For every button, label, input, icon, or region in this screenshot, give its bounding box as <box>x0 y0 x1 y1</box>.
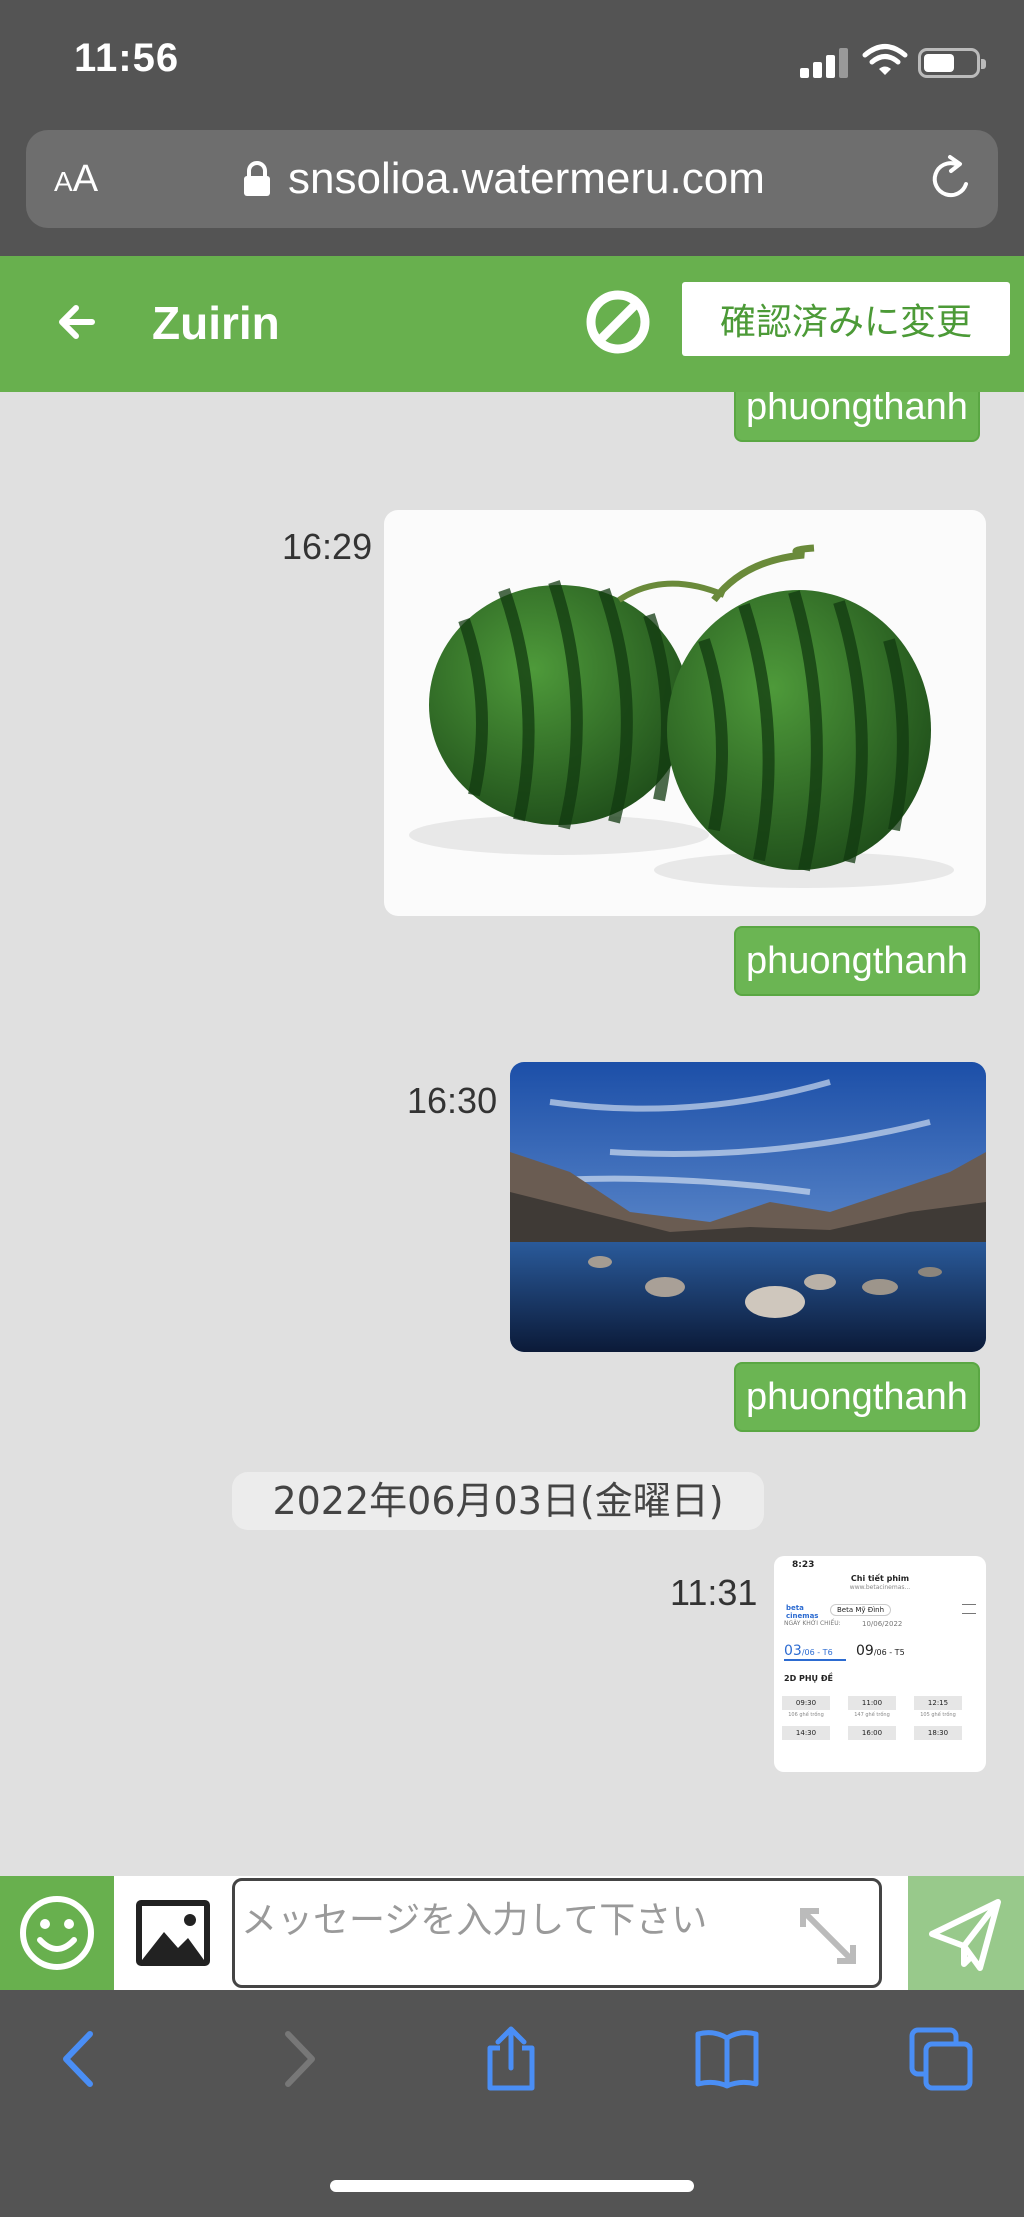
paper-plane-icon <box>929 1899 1001 1971</box>
chat-title: Zuirin <box>152 297 280 349</box>
message-time: 16:30 <box>407 1080 498 1121</box>
thumb-seats: 147 ghế trống <box>854 1712 890 1718</box>
thumb-showtime: 18:30 <box>914 1726 962 1740</box>
attach-image-button[interactable] <box>114 1876 232 1990</box>
watermelon-image[interactable] <box>384 510 986 916</box>
thumb-date-tab-1: 03/06 - T6 <box>784 1640 846 1661</box>
screen: 11:56 AA snsolioa.watermeru.com Zuirin 確… <box>0 0 1024 2217</box>
status-time: 11:56 <box>74 36 180 80</box>
thumb-seats: 105 ghế trống <box>920 1712 956 1718</box>
battery-icon <box>918 48 986 78</box>
lock-icon <box>244 161 270 196</box>
thumb-showtime: 16:00 <box>848 1726 896 1740</box>
text-size-button[interactable]: AA <box>54 158 98 201</box>
image-icon <box>136 1900 210 1966</box>
thumb-brand: beta cinemas <box>786 1604 819 1620</box>
message-composer <box>0 1876 1024 1990</box>
message-time: 11:31 <box>670 1572 758 1613</box>
thumb-date-tab-2: 09/06 - T5 <box>856 1643 905 1659</box>
thumb-time: 8:23 <box>792 1560 815 1570</box>
expand-icon[interactable] <box>795 1903 861 1969</box>
tabs-icon[interactable] <box>906 2024 976 2094</box>
thumb-location: Beta Mỹ Đình <box>830 1604 892 1616</box>
address-bar[interactable]: AA snsolioa.watermeru.com <box>26 130 998 228</box>
thumb-showtime: 12:15 <box>914 1696 962 1710</box>
lake-image[interactable] <box>510 1062 986 1352</box>
thumb-showtime: 11:00 <box>848 1696 896 1710</box>
thumb-showtime: 14:30 <box>782 1726 830 1740</box>
sender-name-tag: phuongthanh <box>734 1362 980 1432</box>
message-time: 16:29 <box>282 526 373 567</box>
chat-area[interactable]: phuongthanh 16:29 phuongthanh 16:30 phuo… <box>0 392 1024 1876</box>
thumb-showtime: 09:30 <box>782 1696 830 1710</box>
thumb-release-date: 10/06/2022 <box>862 1620 903 1628</box>
mark-confirmed-button[interactable]: 確認済みに変更 <box>682 282 1010 356</box>
send-button[interactable] <box>908 1876 1024 1990</box>
cellular-signal-icon <box>800 46 850 78</box>
status-bar: 11:56 <box>0 0 1024 130</box>
share-icon[interactable] <box>476 2024 546 2094</box>
back-arrow-icon[interactable] <box>52 296 104 348</box>
thumb-url: www.betacinemas... <box>849 1584 911 1591</box>
date-separator: 2022年06月03日(金曜日) <box>232 1472 764 1530</box>
message-input-wrapper[interactable] <box>232 1878 882 1988</box>
thumb-release-label: NGÀY KHỞI CHIẾU: <box>784 1620 841 1627</box>
thumb-format-label: 2D PHỤ ĐỀ <box>784 1674 833 1683</box>
message-input[interactable] <box>235 1881 879 1985</box>
thumb-page-title: Chi tiết phim <box>850 1574 910 1583</box>
thumb-menu-icon <box>962 1604 976 1614</box>
sender-name-tag: phuongthanh <box>734 926 980 996</box>
block-icon[interactable] <box>584 288 652 356</box>
thumb-seats: 106 ghế trống <box>788 1712 824 1718</box>
emoji-button[interactable] <box>0 1876 114 1990</box>
bookmarks-icon[interactable] <box>692 2024 762 2094</box>
smiley-icon <box>20 1896 94 1970</box>
back-chevron-icon[interactable] <box>44 2024 114 2094</box>
sender-name-tag: phuongthanh <box>734 392 980 442</box>
reload-icon[interactable] <box>926 154 976 204</box>
forward-chevron-icon[interactable] <box>264 2024 334 2094</box>
chat-header: Zuirin 確認済みに変更 <box>0 256 1024 392</box>
home-indicator <box>330 2180 694 2192</box>
lake-picture <box>510 1062 986 1352</box>
watermelon-picture <box>409 544 954 888</box>
cinema-screenshot-image[interactable]: 8:23 Chi tiết phim www.betacinemas... be… <box>774 1556 986 1772</box>
url-text[interactable]: snsolioa.watermeru.com <box>288 154 765 204</box>
wifi-icon <box>862 44 908 75</box>
